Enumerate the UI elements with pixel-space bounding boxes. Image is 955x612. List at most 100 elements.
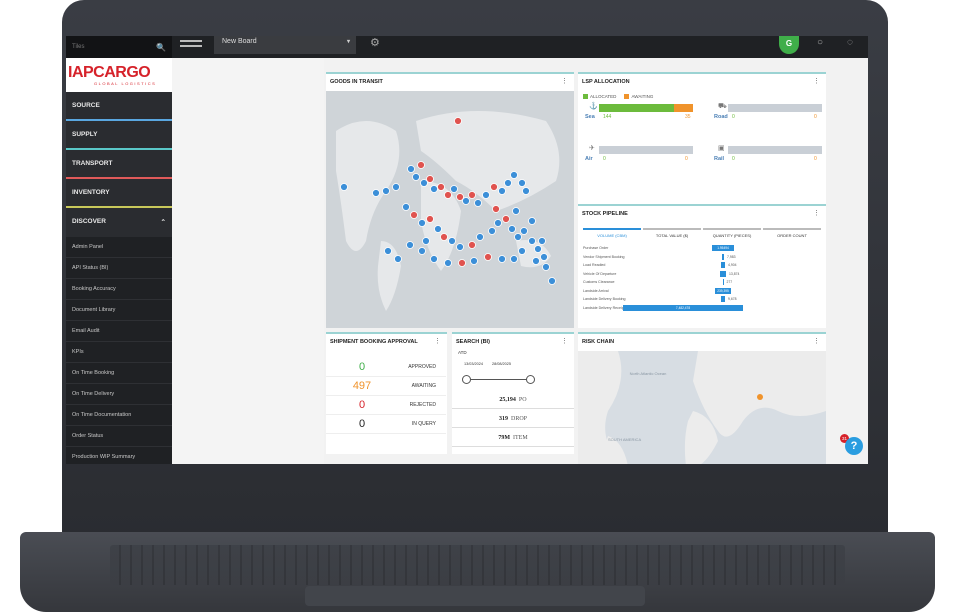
nav-discover[interactable]: DISCOVER ⌃ [66,208,172,237]
discover-item[interactable]: On Time Delivery [66,384,172,405]
shipment-marker[interactable] [494,219,502,227]
approval-row[interactable]: 0 APPROVED [326,358,446,377]
kebab-menu-icon[interactable]: ⋮ [813,209,820,217]
pipeline-bar[interactable] [721,296,725,302]
shipment-marker[interactable] [444,259,452,267]
user-avatar[interactable]: G [779,36,799,54]
shipment-marker[interactable] [454,117,462,125]
shipment-marker[interactable] [384,247,392,255]
shipment-marker[interactable] [510,171,518,179]
shipment-marker[interactable] [417,161,425,169]
shipment-marker[interactable] [407,165,415,173]
shipment-marker[interactable] [422,237,430,245]
shipment-marker[interactable] [450,185,458,193]
shipment-marker[interactable] [418,247,426,255]
nav-inventory[interactable]: INVENTORY [66,179,172,208]
shipment-marker[interactable] [484,253,492,261]
search-icon[interactable]: 🔍 [156,43,166,52]
approval-row[interactable]: 0 IN QUERY [326,415,446,434]
shipment-marker[interactable] [490,183,498,191]
nav-supply[interactable]: SUPPLY [66,121,172,150]
shipment-marker[interactable] [502,215,510,223]
kebab-menu-icon[interactable]: ⋮ [813,77,820,85]
shipment-marker[interactable] [548,277,556,285]
shipment-marker[interactable] [444,191,452,199]
shipment-marker[interactable] [542,263,550,271]
approval-row[interactable]: 0 REJECTED [326,396,446,415]
world-map[interactable] [326,91,574,328]
shipment-marker[interactable] [426,175,434,183]
risk-marker[interactable] [757,394,763,400]
help-button[interactable]: ? [845,437,863,455]
discover-item[interactable]: Booking Accuracy [66,279,172,300]
tile-search-input[interactable]: Tiles [72,44,84,50]
hamburger-menu-icon[interactable] [180,40,202,52]
shipment-marker[interactable] [532,257,540,265]
shipment-marker[interactable] [468,191,476,199]
shipment-marker[interactable] [512,207,520,215]
shipment-marker[interactable] [538,237,546,245]
shipment-marker[interactable] [372,189,380,197]
search-stat-row[interactable]: 319 DROP [452,411,574,428]
discover-item[interactable]: Admin Panel [66,237,172,258]
discover-item[interactable]: Email Audit [66,321,172,342]
shipment-marker[interactable] [520,227,528,235]
discover-item[interactable]: On Time Booking [66,363,172,384]
shipment-marker[interactable] [510,255,518,263]
shipment-marker[interactable] [458,259,466,267]
pipeline-bar[interactable] [721,262,725,268]
shipment-marker[interactable] [434,225,442,233]
discover-item[interactable]: Document Library [66,300,172,321]
risk-map[interactable]: North Atlantic Ocean SOUTH AMERICA [578,351,826,464]
slider-end-handle[interactable] [526,375,535,384]
nav-transport[interactable]: TRANSPORT [66,150,172,179]
shipment-marker[interactable] [456,243,464,251]
shipment-marker[interactable] [410,211,418,219]
shipment-marker[interactable] [492,205,500,213]
kebab-menu-icon[interactable]: ⋮ [561,77,568,85]
shipment-marker[interactable] [498,187,506,195]
kebab-menu-icon[interactable]: ⋮ [434,337,441,345]
shipment-marker[interactable] [382,187,390,195]
shipment-marker[interactable] [498,255,506,263]
help-circle-icon[interactable]: ◌ [847,37,853,48]
shipment-marker[interactable] [340,183,348,191]
tab-total-value[interactable]: TOTAL VALUE ($) [643,228,701,241]
shipment-marker[interactable] [406,241,414,249]
shipment-marker[interactable] [430,255,438,263]
pipeline-bar[interactable]: 7,482,478 [623,304,743,311]
search-stat-row[interactable]: 79M ITEM [452,430,574,447]
shipment-marker[interactable] [474,199,482,207]
pipeline-bar[interactable]: 1.95494 [712,245,734,251]
shipment-marker[interactable] [468,241,476,249]
shipment-marker[interactable] [540,253,548,261]
discover-item[interactable]: API Status (BI) [66,258,172,279]
chevron-up-icon[interactable]: ⌃ [161,218,166,226]
shipment-marker[interactable] [412,173,420,181]
shipment-marker[interactable] [488,227,496,235]
shipment-marker[interactable] [437,183,445,191]
shipment-marker[interactable] [418,219,426,227]
discover-item[interactable]: KPIs [66,342,172,363]
shipment-marker[interactable] [522,187,530,195]
tab-order-count[interactable]: ORDER COUNT [763,228,821,241]
pipeline-bar[interactable]: 239,395 [715,287,731,294]
nav-source[interactable]: SOURCE [66,92,172,121]
shipment-marker[interactable] [394,255,402,263]
pipeline-bar[interactable] [720,270,726,277]
pipeline-bar[interactable] [722,253,724,260]
shipment-marker[interactable] [504,179,512,187]
shipment-marker[interactable] [470,257,478,265]
search-stat-row[interactable]: 25,194 PO [452,392,574,409]
shipment-marker[interactable] [528,217,536,225]
discover-item[interactable]: Order Status [66,426,172,447]
tab-volume[interactable]: VOLUME (CBM) [583,228,641,241]
gear-icon[interactable]: ⚙ [370,36,380,49]
shipment-marker[interactable] [426,215,434,223]
shipment-marker[interactable] [482,191,490,199]
approval-row[interactable]: 497 AWAITING [326,377,446,396]
shipment-marker[interactable] [514,233,522,241]
shipment-marker[interactable] [534,245,542,253]
shipment-marker[interactable] [402,203,410,211]
shipment-marker[interactable] [440,233,448,241]
